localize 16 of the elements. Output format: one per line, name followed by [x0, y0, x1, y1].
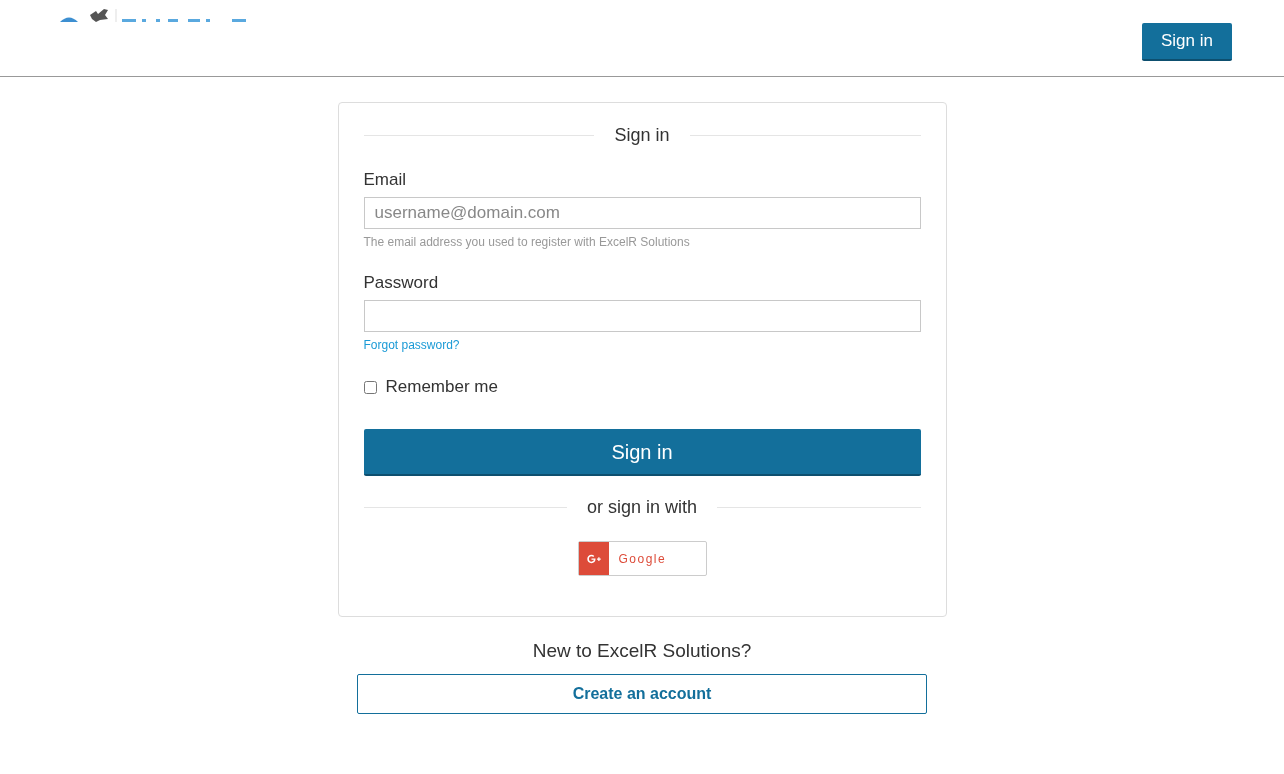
remember-label: Remember me: [385, 376, 498, 398]
google-plus-icon: [578, 542, 609, 575]
forgot-password-link[interactable]: Forgot password?: [363, 337, 460, 353]
divider-text: or sign in with: [586, 496, 698, 519]
help-text: The email address you used to register with ExcelR Solutions: [363, 234, 691, 250]
sign-in-button[interactable]: Sign in: [363, 429, 921, 476]
google-sign-in-button[interactable]: Google: [577, 541, 707, 576]
remember-checkbox[interactable]: [363, 380, 377, 394]
new-account-prompt: New to ExcelR Solutions?: [532, 639, 752, 663]
header-sign-in-button[interactable]: Sign in: [1142, 23, 1232, 61]
field-label: Password: [363, 272, 440, 294]
email-field[interactable]: username@domain.com: [363, 197, 921, 229]
create-account-button[interactable]: Create an account: [357, 674, 927, 714]
password-field[interactable]: [363, 300, 921, 332]
form-title: Sign in: [614, 124, 670, 147]
field-label: Email: [363, 169, 407, 191]
